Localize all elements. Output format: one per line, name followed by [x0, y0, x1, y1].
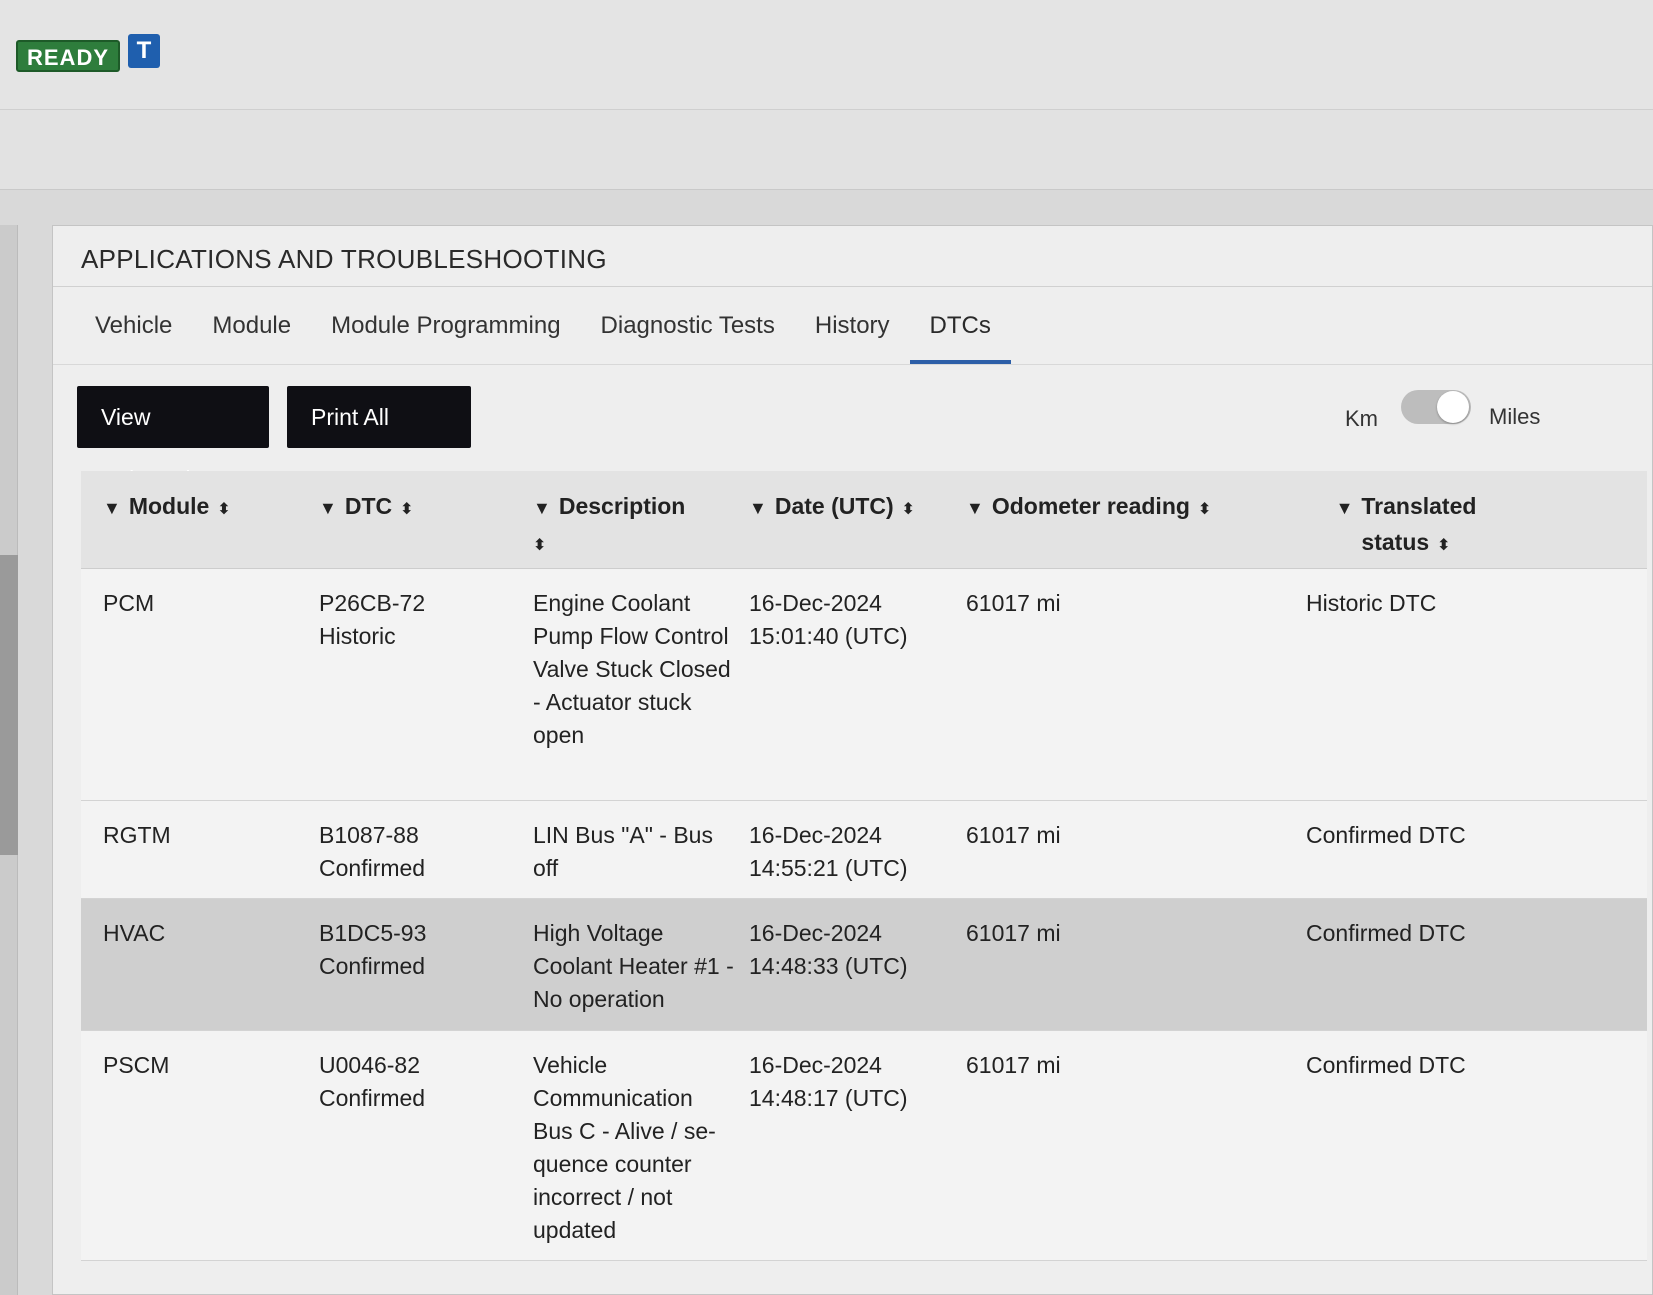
- cell-module: PSCM: [103, 1052, 170, 1078]
- cell-module: PCM: [103, 590, 155, 616]
- applications-panel: APPLICATIONS AND TROUBLESHOOTING Vehicle…: [52, 225, 1653, 1295]
- cell-odometer: 61017 mi: [966, 590, 1061, 616]
- sort-icon[interactable]: ⬍: [400, 493, 413, 527]
- t-icon[interactable]: T: [128, 34, 160, 68]
- column-label: Module: [128, 493, 210, 519]
- cell-status: Historic DTC: [1306, 590, 1437, 616]
- date-value: 16-Dec-2024: [749, 590, 882, 616]
- cell-description: Engine Coolant Pump Flow Control Valve S…: [533, 590, 731, 748]
- cell-date: 16-Dec-2024 14:48:33 (UTC): [749, 917, 949, 983]
- column-header-date[interactable]: ▼ Date (UTC) ⬍: [749, 489, 915, 527]
- tab-diagnostic-tests[interactable]: Diagnostic Tests: [581, 304, 795, 364]
- sort-icon[interactable]: ⬍: [1437, 529, 1450, 563]
- cell-date: 16-Dec-2024 15:01:40 (UTC): [749, 587, 949, 653]
- cell-status: Confirmed DTC: [1306, 1052, 1466, 1078]
- filter-icon[interactable]: ▼: [966, 491, 984, 525]
- left-scroll-rail[interactable]: [0, 225, 18, 1295]
- column-header-description[interactable]: ▼ Description ⬍: [533, 489, 733, 563]
- filter-icon[interactable]: ▼: [1336, 491, 1354, 525]
- cell-odometer: 61017 mi: [966, 1052, 1061, 1078]
- cell-status: Confirmed DTC: [1306, 822, 1466, 848]
- cell-dtc: B1DC5-93 Confirmed: [319, 917, 509, 983]
- cell-dtc: B1087-88 Confirmed: [319, 819, 509, 885]
- sort-icon[interactable]: ⬍: [533, 529, 546, 563]
- cell-status: Confirmed DTC: [1306, 920, 1466, 946]
- dtc-code: U0046-82: [319, 1052, 421, 1078]
- column-header-status[interactable]: ▼ Translated status ⬍: [1306, 489, 1506, 563]
- time-value: 15:01:40 (UTC): [749, 623, 908, 649]
- header-band: [0, 110, 1653, 190]
- column-label: Description: [558, 493, 686, 519]
- view-selected-button[interactable]: View Selected: [77, 386, 269, 492]
- divider: [53, 286, 1652, 287]
- time-value: 14:48:17 (UTC): [749, 1085, 908, 1111]
- cell-description: LIN Bus "A" - Bus off: [533, 822, 713, 881]
- unit-label-miles: Miles: [1489, 404, 1541, 429]
- dtc-state: Confirmed: [319, 855, 426, 881]
- time-value: 14:55:21 (UTC): [749, 855, 908, 881]
- column-header-module[interactable]: ▼ Module ⬍: [103, 489, 231, 527]
- cell-module: RGTM: [103, 822, 171, 848]
- dtc-state: Confirmed: [319, 1085, 426, 1111]
- divider: [53, 364, 1652, 365]
- cell-odometer: 61017 mi: [966, 822, 1061, 848]
- dtc-state: Confirmed: [319, 953, 426, 979]
- sort-icon[interactable]: ⬍: [902, 493, 915, 527]
- date-value: 16-Dec-2024: [749, 822, 882, 848]
- date-value: 16-Dec-2024: [749, 920, 882, 946]
- dtc-code: B1DC5-93: [319, 920, 427, 946]
- tab-history[interactable]: History: [795, 304, 910, 364]
- tab-dtcs[interactable]: DTCs: [909, 304, 1011, 364]
- table-row[interactable]: RGTM B1087-88 Confirmed LIN Bus "A" - Bu…: [81, 801, 1647, 899]
- dtc-code: P26CB-72: [319, 590, 426, 616]
- date-value: 16-Dec-2024: [749, 1052, 882, 1078]
- time-value: 14:48:33 (UTC): [749, 953, 908, 979]
- cell-dtc: U0046-82 Confirmed: [319, 1049, 509, 1115]
- table-row[interactable]: HVAC B1DC5-93 Confirmed High Voltage Coo…: [81, 899, 1647, 1031]
- ready-badge: READY: [16, 40, 121, 72]
- cell-description: Vehicle Communication Bus C - Alive / se…: [533, 1052, 716, 1243]
- column-label: Odometer reading: [991, 493, 1190, 519]
- filter-icon[interactable]: ▼: [103, 491, 121, 525]
- dtc-table: ▼ Module ⬍ ▼ DTC ⬍ ▼ Description ⬍ ▼ Date (UTC)…: [81, 471, 1647, 1261]
- column-label: DTC: [344, 493, 393, 519]
- tab-module-programming[interactable]: Module Programming: [311, 304, 580, 364]
- tab-vehicle[interactable]: Vehicle: [75, 304, 192, 364]
- sort-icon[interactable]: ⬍: [1198, 493, 1211, 527]
- column-header-odometer[interactable]: ▼ Odometer reading ⬍: [966, 489, 1211, 527]
- units-toggle[interactable]: [1401, 390, 1471, 424]
- toggle-knob: [1437, 391, 1469, 423]
- cell-dtc: P26CB-72 Historic: [319, 587, 509, 653]
- print-all-dtcs-button[interactable]: Print All DTCs: [287, 386, 471, 492]
- sort-icon[interactable]: ⬍: [217, 493, 230, 527]
- column-header-dtc[interactable]: ▼ DTC ⬍: [319, 489, 414, 527]
- column-label: Translated status: [1361, 493, 1477, 555]
- filter-icon[interactable]: ▼: [319, 491, 337, 525]
- column-label: Date (UTC): [774, 493, 894, 519]
- filter-icon[interactable]: ▼: [749, 491, 767, 525]
- status-bar: READY T: [0, 0, 1653, 110]
- cell-date: 16-Dec-2024 14:55:21 (UTC): [749, 819, 949, 885]
- cell-module: HVAC: [103, 920, 166, 946]
- cell-date: 16-Dec-2024 14:48:17 (UTC): [749, 1049, 949, 1115]
- scroll-thumb[interactable]: [0, 555, 18, 855]
- cell-description: High Voltage Coolant Heater #1 - No oper…: [533, 920, 734, 1012]
- cell-odometer: 61017 mi: [966, 920, 1061, 946]
- table-row[interactable]: PCM P26CB-72 Historic Engine Coolant Pum…: [81, 569, 1647, 801]
- table-header: ▼ Module ⬍ ▼ DTC ⬍ ▼ Description ⬍ ▼ Date (UTC)…: [81, 471, 1647, 569]
- unit-label-km: Km: [1345, 406, 1378, 431]
- dtc-state: Historic: [319, 623, 396, 649]
- tab-bar: Vehicle Module Module Programming Diagno…: [75, 304, 1011, 364]
- filter-icon[interactable]: ▼: [533, 491, 551, 525]
- tab-module[interactable]: Module: [192, 304, 311, 364]
- panel-title: APPLICATIONS AND TROUBLESHOOTING: [81, 244, 607, 274]
- table-row[interactable]: PSCM U0046-82 Confirmed Vehicle Communic…: [81, 1031, 1647, 1261]
- dtc-code: B1087-88: [319, 822, 419, 848]
